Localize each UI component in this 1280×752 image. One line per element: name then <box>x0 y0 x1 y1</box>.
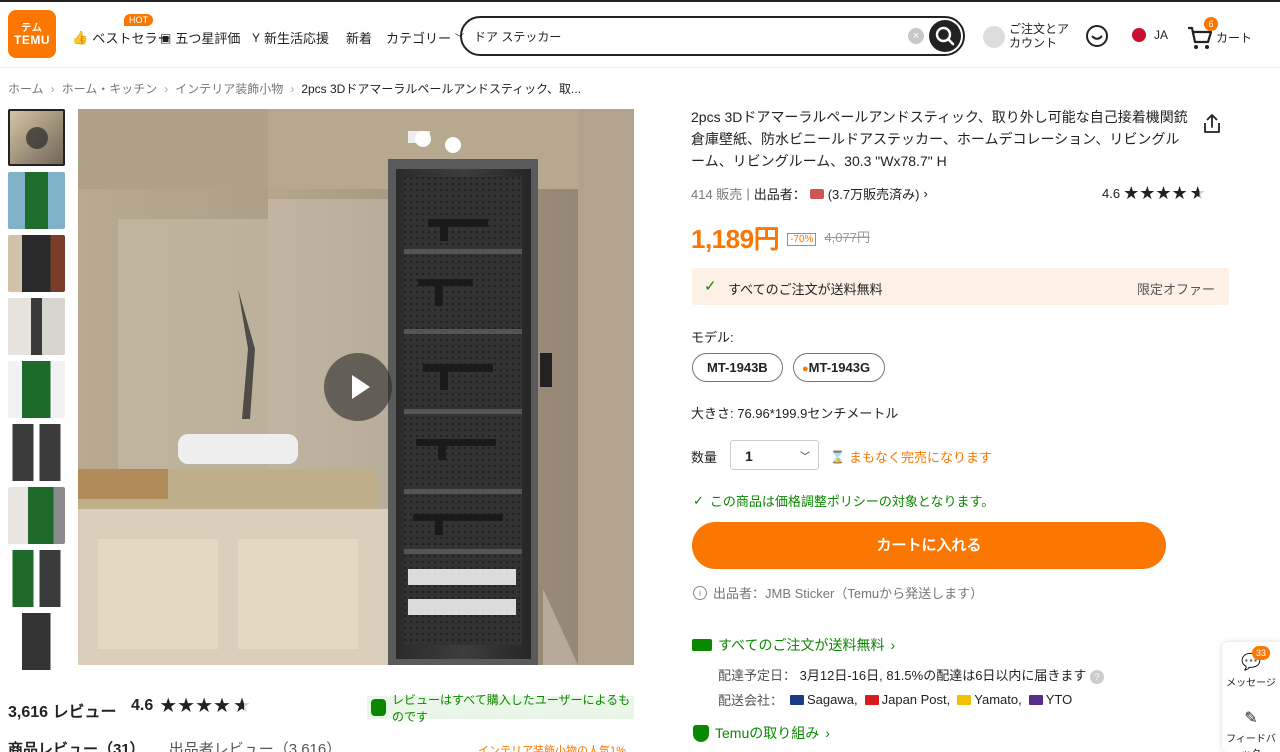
free-shipping-banner: ✓ すべてのご注文が送料無料 限定オファー <box>692 268 1229 305</box>
thumbnail-video[interactable] <box>8 109 65 166</box>
free-shipping-link[interactable]: すべてのご注文が送料無料 › <box>692 635 895 655</box>
clear-search-icon[interactable]: × <box>908 28 924 44</box>
video-play-button[interactable] <box>324 353 392 421</box>
carriers: 配送会社： Sagawa, Japan Post, Yamato, YTO <box>718 692 1073 708</box>
tab-seller-reviews[interactable]: 出品者レビュー（3,616） <box>169 738 342 752</box>
feedback-button[interactable]: ✎ フィードバック <box>1222 708 1280 752</box>
star-rating-icon: ▣ <box>160 30 172 45</box>
chevron-down-icon: ﹀ <box>800 452 810 463</box>
cart-button[interactable]: 6 カート <box>1186 17 1256 54</box>
shield-check-icon <box>693 724 709 742</box>
search-bar: × <box>460 16 965 56</box>
thumbnail-image[interactable] <box>8 487 65 544</box>
search-input[interactable] <box>474 26 894 46</box>
info-icon: i <box>693 585 707 600</box>
nav-five-star[interactable]: ▣ 五つ星評価 <box>160 28 240 47</box>
share-icon[interactable] <box>1200 112 1224 136</box>
help-icon[interactable]: ? <box>1090 669 1105 684</box>
support-chat-icon[interactable] <box>1085 24 1109 48</box>
yamato-logo-icon <box>957 694 972 705</box>
thumbnail-image[interactable] <box>8 550 65 607</box>
yto-logo-icon <box>1028 694 1043 705</box>
main-product-image[interactable] <box>78 109 634 665</box>
model-label: モデル: <box>691 330 734 345</box>
thumbnail-image[interactable] <box>8 424 65 481</box>
chevron-right-icon: › <box>825 725 830 741</box>
verified-reviews-badge: レビューはすべて購入したユーザーによるものです <box>367 693 634 724</box>
nav-new-life[interactable]: Y 新生活応援 <box>252 28 329 47</box>
discount-badge: -70% <box>787 233 817 246</box>
size-info: 大きさ: 76.96*199.9センチメートル <box>691 406 899 421</box>
stock-warning: ⌛ まもなく完売になります <box>830 449 992 466</box>
seller-link[interactable]: (3.7万販売済み) <box>828 184 920 203</box>
star-rating-icon: ★★★★ ★ <box>1123 183 1206 203</box>
popularity-badge[interactable]: インテリア装飾小物の人気1% <box>478 742 626 752</box>
check-icon: ✓ <box>693 492 704 508</box>
search-icon <box>935 26 955 46</box>
chevron-right-icon: › <box>923 186 928 201</box>
header: テム TEMU 👍 ベストセラー HOT ▣ 五つ星評価 Y 新生活応援 新着 … <box>0 2 1280 68</box>
nav-new-arrivals[interactable]: 新着 <box>346 28 372 47</box>
thumbnail-image[interactable] <box>8 235 65 292</box>
thumbnail-image[interactable] <box>8 361 65 418</box>
truck-icon <box>692 639 712 651</box>
seller-info: i 出品者：JMB Sticker（Temuから発送します） <box>693 583 983 602</box>
current-price: 1,189円 <box>691 224 780 254</box>
play-icon <box>26 127 48 149</box>
price-policy[interactable]: ✓ この商品は価格調整ポリシーの対象となります。 <box>693 491 994 510</box>
verified-icon <box>371 699 387 716</box>
temu-logo[interactable]: テム TEMU <box>8 10 56 58</box>
product-title: 2pcs 3Dドアマーラルペールアンドスティック、取り外し可能な自己接着機関銃倉… <box>691 109 1188 169</box>
breadcrumb-current: 2pcs 3Dドアマーラルペールアンドスティック、取... <box>301 82 582 96</box>
model-option[interactable]: ●MT-1943G <box>793 353 886 382</box>
thumbs-up-icon: 👍 <box>72 29 89 45</box>
thumbnail-image[interactable] <box>8 172 65 229</box>
quantity-select[interactable]: 1 ﹀ <box>730 440 819 470</box>
flame-icon: ● <box>802 363 809 375</box>
sagawa-logo-icon <box>790 694 805 705</box>
thumbnail-image[interactable] <box>8 298 65 355</box>
price-row: 1,189円 -70% 4,077円 <box>691 219 870 256</box>
message-count-badge: 33 <box>1252 646 1270 660</box>
thumbnail-image[interactable] <box>8 613 65 670</box>
review-rating: 4.6 ★★★★ ★ <box>131 695 251 717</box>
add-to-cart-button[interactable]: カートに入れる <box>692 522 1166 569</box>
seller-logo-icon <box>809 188 824 199</box>
breadcrumb-home[interactable]: ホーム <box>8 80 44 97</box>
nav-categories[interactable]: カテゴリー ﹀ <box>386 28 464 47</box>
limited-offer: 限定オファー <box>1136 282 1215 297</box>
search-button[interactable] <box>929 20 961 52</box>
breadcrumb-home-kitchen[interactable]: ホーム・キッチン <box>62 80 158 97</box>
thumbnail-strip <box>8 109 65 676</box>
sold-and-seller: 414 販売 | 出品者： (3.7万販売済み) › <box>691 184 928 203</box>
japan-post-logo-icon <box>864 694 879 705</box>
review-tabs: 商品レビュー（31） 出品者レビュー（3,616） <box>8 738 341 752</box>
avatar <box>983 26 1005 48</box>
chat-icon: 💬 <box>1241 654 1261 671</box>
star-rating-icon: ★★★★ ★ <box>159 695 251 717</box>
sold-count: 414 販売 <box>691 187 743 202</box>
hot-badge: HOT <box>124 14 153 26</box>
account-menu[interactable]: ご注文とア カウント <box>983 22 1073 52</box>
side-float-panel: 💬 メッセージ 33 ✎ フィードバック <box>1222 642 1280 752</box>
japan-flag-icon <box>1132 28 1146 42</box>
breadcrumb-interior[interactable]: インテリア装飾小物 <box>175 80 283 97</box>
language-selector[interactable]: JA <box>1132 28 1168 42</box>
product-rating[interactable]: 4.6 ★★★★ ★ <box>1102 184 1206 202</box>
delivery-estimate: 配達予定日： 3月12日-16日, 81.5%の配達は6日以内に届きます ? <box>718 665 1105 684</box>
temu-commitment-link[interactable]: Temuの取り組み › <box>693 723 830 743</box>
original-price: 4,077円 <box>824 230 870 245</box>
nav-best-sellers[interactable]: 👍 ベストセラー <box>72 28 170 47</box>
messages-button[interactable]: 💬 メッセージ <box>1222 652 1280 689</box>
model-option[interactable]: MT-1943B <box>692 353 783 382</box>
quantity-label: 数量 <box>691 450 718 465</box>
edit-icon: ✎ <box>1244 710 1258 727</box>
hourglass-icon: ⌛ <box>830 449 845 464</box>
check-icon: ✓ <box>704 278 717 295</box>
review-count: 3,616 レビュー <box>8 704 117 721</box>
breadcrumb: ホーム › ホーム・キッチン › インテリア装飾小物 › 2pcs 3Dドアマー… <box>8 80 582 97</box>
chevron-right-icon: › <box>890 637 896 653</box>
tab-product-reviews[interactable]: 商品レビュー（31） <box>8 738 145 752</box>
sprout-icon: Y <box>252 30 261 45</box>
